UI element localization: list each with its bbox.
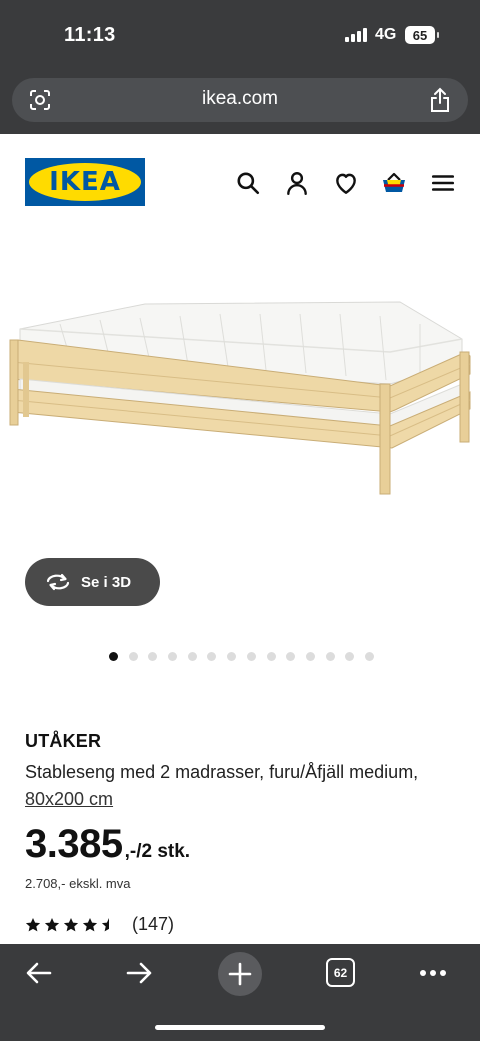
plus-icon	[228, 962, 252, 986]
logo-text: IKEA	[49, 167, 121, 197]
logo-oval: IKEA	[29, 163, 141, 201]
gallery-dot[interactable]	[246, 652, 256, 661]
status-time: 11:13	[64, 24, 116, 46]
gallery-dot[interactable]	[187, 652, 197, 661]
bed-illustration	[9, 301, 471, 495]
gallery-dot[interactable]	[345, 652, 355, 661]
gallery-dot[interactable]	[168, 652, 178, 661]
rotate-3d-icon	[46, 573, 70, 591]
product-name[interactable]: UTÅKER	[25, 731, 101, 752]
forward-icon[interactable]	[124, 958, 154, 988]
gallery-dot[interactable]	[364, 652, 374, 661]
more-icon[interactable]	[418, 958, 448, 988]
url-text[interactable]: ikea.com	[12, 88, 468, 110]
product-description: Stableseng med 2 madrasser, furu/Åfjäll …	[25, 759, 445, 813]
gallery-dot[interactable]	[109, 652, 118, 661]
price-suffix: ,-/2 stk.	[124, 841, 191, 862]
battery-icon: 65	[405, 26, 439, 44]
price-main: 3.385	[25, 822, 123, 866]
ikea-logo[interactable]: IKEA	[25, 158, 145, 206]
star-icon	[101, 917, 109, 931]
battery-level: 65	[412, 27, 428, 43]
product-price: 3.385 ,-/2 stk.	[25, 822, 190, 867]
star-icon	[25, 917, 41, 931]
basket-icon[interactable]	[381, 170, 407, 196]
gallery-dot[interactable]	[305, 652, 315, 661]
star-icon	[63, 917, 79, 931]
status-bar: 11:13 4G 65	[0, 0, 480, 70]
signal-icon	[345, 28, 367, 42]
home-indicator	[155, 1025, 325, 1030]
rating[interactable]: (147)	[25, 914, 174, 935]
tabs-count: 62	[333, 965, 348, 980]
gallery-dot[interactable]	[148, 652, 158, 661]
network-label: 4G	[375, 26, 397, 43]
gallery-dot[interactable]	[207, 652, 217, 661]
star-icon	[82, 917, 98, 931]
size-link[interactable]: 80x200 cm	[25, 789, 113, 809]
share-icon[interactable]	[428, 87, 452, 113]
price-ex-vat: 2.708,- ekskl. mva	[25, 876, 131, 891]
user-icon[interactable]	[284, 170, 310, 196]
tabs-button[interactable]: 62	[326, 958, 355, 987]
gallery-dot[interactable]	[325, 652, 335, 661]
review-count[interactable]: (147)	[132, 914, 174, 935]
gallery-dot[interactable]	[128, 652, 138, 661]
star-icon	[44, 917, 60, 931]
browser-chrome: 11:13 4G 65 ikea.com	[0, 0, 480, 134]
product-description-text: Stableseng med 2 madrasser, furu/Åfjäll …	[25, 762, 419, 782]
gallery-dot[interactable]	[227, 652, 237, 661]
search-icon[interactable]	[235, 170, 261, 196]
new-tab-button[interactable]	[218, 952, 262, 996]
menu-icon[interactable]	[430, 170, 456, 196]
heart-icon[interactable]	[333, 170, 359, 196]
back-icon[interactable]	[24, 958, 54, 988]
address-bar[interactable]: ikea.com	[12, 78, 468, 122]
gallery-dot[interactable]	[266, 652, 276, 661]
rating-stars	[25, 917, 117, 933]
gallery-dot[interactable]	[286, 652, 296, 661]
view-3d-label: Se i 3D	[81, 573, 132, 591]
site-header: IKEA	[0, 134, 480, 234]
gallery-pagination[interactable]	[109, 652, 374, 661]
view-3d-button[interactable]: Se i 3D	[25, 558, 160, 606]
